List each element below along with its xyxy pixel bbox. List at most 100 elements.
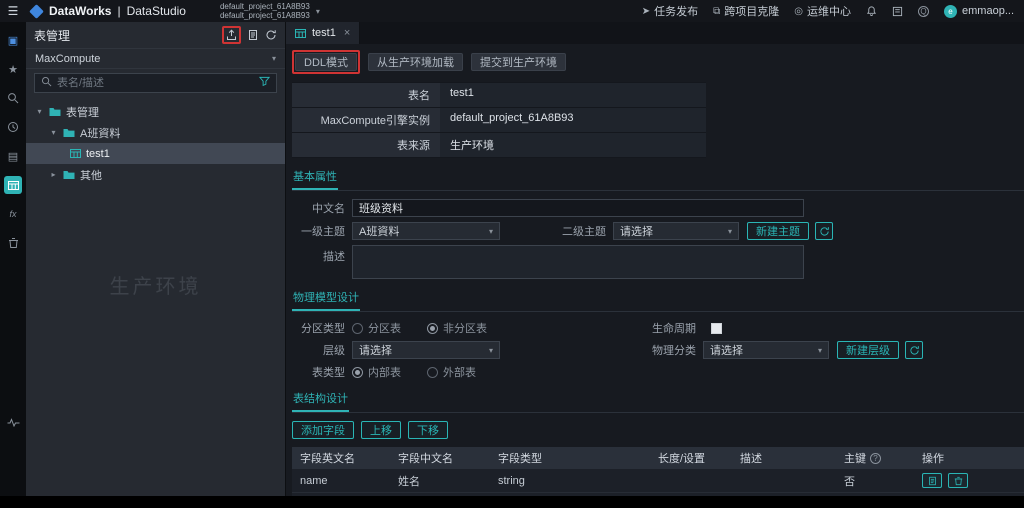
notification-bell-icon[interactable] bbox=[866, 5, 877, 17]
radio-internal-table[interactable]: 内部表 bbox=[352, 364, 401, 380]
info-value: default_project_61A8B93 bbox=[440, 108, 706, 132]
section-table-structure: 表结构设计 bbox=[292, 390, 349, 412]
radio-icon bbox=[352, 322, 363, 334]
load-from-prod-button[interactable]: 从生产环境加载 bbox=[368, 53, 464, 71]
tree-node-label: 表管理 bbox=[66, 106, 99, 119]
annotation-highlight-ddl: DDL模式 bbox=[292, 50, 361, 74]
import-table-icon[interactable] bbox=[226, 29, 237, 41]
description-textarea[interactable] bbox=[352, 245, 804, 279]
radio-external-table[interactable]: 外部表 bbox=[427, 364, 476, 380]
partition-type-label: 分区类型 bbox=[301, 323, 345, 335]
theme1-select[interactable]: A班資料 ▾ bbox=[352, 222, 500, 240]
col-header: 操作 bbox=[914, 447, 1024, 469]
nav-functions-icon[interactable]: fx bbox=[4, 205, 22, 223]
field-row-name: name 姓名 string 否 bbox=[292, 469, 1024, 493]
chevron-down-icon: ▾ bbox=[488, 226, 493, 236]
theme2-select-value: 请选择 bbox=[620, 226, 653, 238]
new-theme-button[interactable]: 新建主题 bbox=[747, 222, 809, 240]
fields-table-header: 字段英文名 字段中文名 字段类型 长度/设置 描述 主键 ? 操作 bbox=[292, 447, 1024, 469]
info-row: MaxCompute引擎实例 default_project_61A8B93 bbox=[292, 108, 706, 133]
cell-cn: 姓名 bbox=[398, 475, 420, 488]
radio-label: 非分区表 bbox=[443, 323, 487, 335]
tree-expand-icon[interactable]: ▾ bbox=[35, 107, 44, 116]
table-search-box[interactable] bbox=[34, 73, 277, 93]
engine-select-value: MaxCompute bbox=[35, 52, 101, 65]
pk-info-icon[interactable]: ? bbox=[870, 452, 881, 464]
edit-field-button[interactable] bbox=[922, 473, 942, 488]
new-table-doc-icon[interactable] bbox=[248, 29, 258, 41]
col-header: 长度/设置 bbox=[650, 447, 732, 469]
table-icon bbox=[295, 28, 306, 38]
engine-select[interactable]: MaxCompute ▾ bbox=[26, 48, 285, 69]
nav-recycle-bin-icon[interactable] bbox=[4, 234, 22, 252]
table-type-label: 表类型 bbox=[312, 367, 345, 379]
annotation-highlight-upload bbox=[222, 26, 241, 44]
refresh-panel-icon[interactable] bbox=[265, 29, 277, 41]
nav-datastudio-icon[interactable]: ▣ bbox=[4, 31, 22, 49]
chevron-down-icon: ▾ bbox=[315, 6, 320, 16]
panel-title: 表管理 bbox=[34, 28, 71, 43]
radio-partitioned[interactable]: 分区表 bbox=[352, 320, 401, 336]
tree-node-label: 其他 bbox=[80, 169, 102, 182]
cross-project-clone-label: 跨项目克隆 bbox=[724, 6, 780, 18]
nav-favorites-star-icon[interactable]: ★ bbox=[4, 60, 22, 78]
user-account[interactable]: e emmaop... bbox=[944, 4, 1014, 18]
theme2-select[interactable]: 请选择 ▾ bbox=[613, 222, 739, 240]
table-search-input[interactable] bbox=[57, 77, 254, 89]
level-select[interactable]: 请选择 ▾ bbox=[352, 341, 500, 359]
refresh-themes-button[interactable] bbox=[815, 222, 833, 240]
add-field-button[interactable]: 添加字段 bbox=[292, 421, 354, 439]
tree-collapse-icon[interactable]: ▸ bbox=[49, 170, 58, 179]
nav-resources-icon[interactable]: ▤ bbox=[4, 147, 22, 165]
cell-ops bbox=[914, 469, 1024, 492]
delete-field-button[interactable] bbox=[948, 473, 968, 488]
user-avatar: e bbox=[944, 4, 958, 18]
description-label: 描述 bbox=[323, 251, 345, 263]
username: emmaop... bbox=[962, 5, 1014, 17]
filter-funnel-icon[interactable] bbox=[258, 74, 271, 92]
cn-name-label: 中文名 bbox=[312, 203, 345, 215]
tree-node-test1[interactable]: test1 bbox=[26, 143, 285, 164]
info-value: 生产环境 bbox=[440, 133, 706, 157]
header-link-task-publish[interactable]: ➤ 任务发布 bbox=[642, 3, 698, 19]
tree-node-other[interactable]: ▸ 其他 bbox=[26, 164, 285, 185]
tree-node-label: test1 bbox=[86, 147, 110, 160]
col-header: 字段中文名 bbox=[390, 447, 490, 469]
table-toolbar: DDL模式 从生产环境加载 提交到生产环境 bbox=[292, 50, 1024, 74]
lifecycle-checkbox[interactable] bbox=[711, 322, 722, 334]
folder-icon bbox=[49, 107, 61, 116]
section-basic-properties: 基本属性 bbox=[292, 168, 338, 190]
hamburger-menu-icon[interactable]: ☰ bbox=[0, 0, 26, 22]
search-icon bbox=[41, 74, 52, 92]
close-tab-icon[interactable]: × bbox=[344, 27, 350, 39]
help-q-icon[interactable]: Q bbox=[918, 5, 930, 17]
move-down-button[interactable]: 下移 bbox=[408, 421, 448, 439]
col-header: 字段英文名 bbox=[292, 447, 390, 469]
project-selector[interactable]: default_project_61A8B93 default_project_… bbox=[220, 2, 320, 20]
brand-divider: | bbox=[117, 4, 121, 18]
col-header-pk: 主键 ? bbox=[836, 447, 914, 469]
nav-history-clock-icon[interactable] bbox=[4, 118, 22, 136]
new-level-button[interactable]: 新建层级 bbox=[837, 341, 899, 359]
nav-table-manage-icon[interactable] bbox=[4, 176, 22, 194]
tree-node-folder-a[interactable]: ▾ A班資料 bbox=[26, 122, 285, 143]
ticket-icon[interactable] bbox=[892, 6, 903, 17]
header-link-ops-center[interactable]: ◎ 运维中心 bbox=[794, 3, 851, 19]
table-info-summary: 表名 test1 MaxCompute引擎实例 default_project_… bbox=[292, 82, 706, 158]
submit-to-prod-button[interactable]: 提交到生产环境 bbox=[471, 53, 567, 71]
tab-test1[interactable]: test1 × bbox=[286, 22, 361, 44]
radio-non-partitioned[interactable]: 非分区表 bbox=[427, 320, 487, 336]
fields-table: 字段英文名 字段中文名 字段类型 长度/设置 描述 主键 ? 操作 name 姓… bbox=[292, 447, 1024, 496]
tree-expand-icon[interactable]: ▾ bbox=[49, 128, 58, 137]
radio-label: 分区表 bbox=[368, 323, 401, 335]
move-up-button[interactable]: 上移 bbox=[361, 421, 401, 439]
header-link-cross-project-clone[interactable]: ⧉ 跨项目克隆 bbox=[713, 3, 779, 19]
refresh-levels-button[interactable] bbox=[905, 341, 923, 359]
tree-node-root[interactable]: ▾ 表管理 bbox=[26, 101, 285, 122]
ddl-mode-button[interactable]: DDL模式 bbox=[295, 53, 358, 71]
physical-category-select[interactable]: 请选择 ▾ bbox=[703, 341, 829, 359]
cn-name-input[interactable] bbox=[352, 199, 804, 217]
nav-search-icon[interactable] bbox=[4, 89, 22, 107]
theme1-label: 一级主题 bbox=[301, 226, 345, 238]
nav-monitor-wave-icon[interactable] bbox=[4, 413, 22, 431]
